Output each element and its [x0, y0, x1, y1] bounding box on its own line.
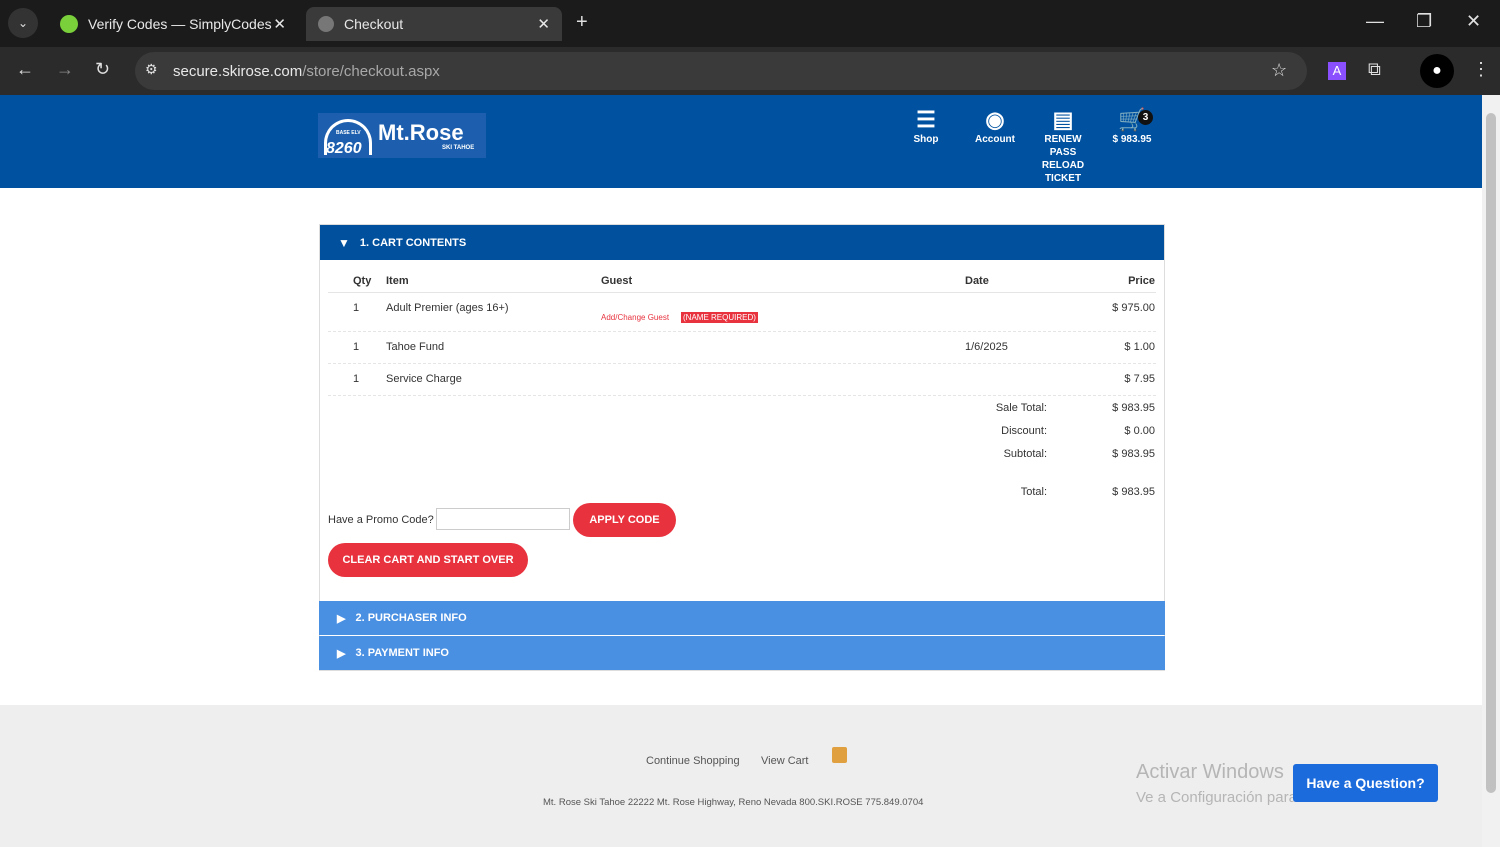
- tab-verify-codes[interactable]: Verify Codes — SimplyCodes ✕: [48, 7, 298, 41]
- sale-total-label: Sale Total:: [995, 402, 1047, 414]
- have-a-question-button[interactable]: Have a Question?: [1293, 764, 1438, 802]
- name-required-badge: (NAME REQUIRED): [681, 312, 758, 323]
- apply-code-button[interactable]: APPLY CODE: [573, 503, 676, 537]
- globe-icon: [318, 16, 334, 32]
- nav-shop[interactable]: ☰ Shop: [906, 107, 946, 146]
- address-bar-row: ← → ↻ ⚙ secure.skirose.com/store/checkou…: [0, 47, 1500, 95]
- scrollbar-thumb[interactable]: [1486, 113, 1496, 793]
- continue-shopping-link[interactable]: Continue Shopping: [646, 755, 740, 767]
- subtotal-value: $ 983.95: [1112, 448, 1155, 460]
- reload-icon[interactable]: ↻: [95, 59, 110, 80]
- row-item: Adult Premier (ages 16+): [386, 302, 509, 314]
- row-qty: 1: [353, 302, 360, 314]
- clear-cart-button[interactable]: CLEAR CART AND START OVER: [328, 543, 528, 577]
- minimize-icon[interactable]: —: [1366, 11, 1384, 32]
- account-icon: ◉: [985, 107, 1005, 132]
- url-input[interactable]: ⚙ secure.skirose.com/store/checkout.aspx…: [135, 52, 1307, 90]
- row-qty: 1: [353, 373, 360, 385]
- forward-icon[interactable]: →: [56, 59, 74, 80]
- extension-icon[interactable]: A: [1328, 62, 1346, 80]
- row-date: 1/6/2025: [965, 341, 1008, 353]
- tab-title: Checkout: [344, 16, 404, 32]
- row-qty: 1: [353, 341, 360, 353]
- cart-total: $ 983.95: [1112, 134, 1152, 145]
- restore-icon[interactable]: ❐: [1416, 11, 1432, 32]
- close-tab-icon[interactable]: ✕: [537, 15, 550, 33]
- tab-bar: ⌄ Verify Codes — SimplyCodes ✕ Checkout ✕ …: [0, 0, 1500, 47]
- logo-base: BASE ELV: [336, 130, 361, 136]
- section-payment-info[interactable]: ▶ 3. PAYMENT INFO: [319, 636, 1165, 670]
- simplycodes-icon: [60, 15, 78, 33]
- new-tab-icon[interactable]: +: [576, 11, 588, 34]
- nav-label: RENEW PASS RELOAD TICKET: [1041, 134, 1085, 184]
- subtotal-label: Subtotal:: [1003, 448, 1047, 460]
- footer-address: Mt. Rose Ski Tahoe 22222 Mt. Rose Highwa…: [543, 797, 924, 808]
- total-label: Total:: [1020, 486, 1047, 498]
- triangle-right-icon: ▶: [337, 647, 346, 660]
- tab-search-button[interactable]: ⌄: [8, 8, 38, 38]
- total-value: $ 983.95: [1112, 486, 1155, 498]
- row-item: Tahoe Fund: [386, 341, 445, 353]
- cart-count-badge: 3: [1138, 110, 1153, 125]
- row-item: Service Charge: [386, 373, 462, 385]
- nav-cart[interactable]: 🛒 $ 983.95 3: [1108, 107, 1156, 146]
- url-domain: secure.skirose.com: [173, 62, 303, 80]
- hamburger-icon: ☰: [916, 107, 936, 132]
- nav-label: Account: [975, 134, 1015, 145]
- col-qty: Qty: [353, 275, 372, 287]
- add-change-guest-link[interactable]: Add/Change Guest: [601, 313, 669, 322]
- close-window-icon[interactable]: ✕: [1466, 11, 1481, 32]
- nav-label: Shop: [913, 134, 939, 145]
- col-date: Date: [965, 275, 989, 287]
- view-cart-link[interactable]: View Cart: [761, 755, 808, 767]
- id-card-icon: ▤: [1052, 107, 1074, 132]
- logo-elevation: 8260: [326, 140, 362, 157]
- col-price: Price: [1128, 275, 1155, 287]
- section-title: 1. CART CONTENTS: [359, 236, 467, 249]
- close-tab-icon[interactable]: ✕: [273, 15, 286, 33]
- scrollbar[interactable]: [1482, 95, 1500, 847]
- sale-total-value: $ 983.95: [1112, 402, 1155, 414]
- site-header: 8260 BASE ELV Mt.Rose SKI TAHOE ☰ Shop ◉ A…: [0, 95, 1482, 188]
- logo-name: Mt.Rose: [378, 120, 464, 145]
- site-footer: Continue Shopping View Cart Mt. Rose Ski…: [0, 705, 1482, 847]
- url-path: /store/checkout.aspx: [302, 62, 440, 80]
- extensions-puzzle-icon[interactable]: ⧉: [1368, 59, 1381, 80]
- menu-kebab-icon[interactable]: ⋮: [1472, 59, 1490, 80]
- row-price: $ 7.95: [1124, 373, 1155, 385]
- nav-renew-pass[interactable]: ▤ RENEW PASS RELOAD TICKET: [1030, 107, 1096, 185]
- discount-label: Discount:: [1001, 425, 1047, 437]
- discount-value: $ 0.00: [1124, 425, 1155, 437]
- triangle-right-icon: ▶: [337, 612, 346, 625]
- nav-account[interactable]: ◉ Account: [970, 107, 1020, 146]
- section-title: 2. PURCHASER INFO: [355, 612, 467, 624]
- col-item: Item: [386, 275, 409, 287]
- promo-label: Have a Promo Code?: [328, 514, 434, 526]
- tab-title: Verify Codes — SimplyCodes: [88, 16, 272, 32]
- triangle-down-icon: ▼: [338, 235, 350, 250]
- section-purchaser-info[interactable]: ▶ 2. PURCHASER INFO: [319, 601, 1165, 635]
- padlock-icon: [832, 747, 847, 763]
- promo-code-input[interactable]: [436, 508, 570, 530]
- mt-rose-logo[interactable]: 8260 BASE ELV Mt.Rose SKI TAHOE: [318, 113, 486, 158]
- row-price: $ 1.00: [1124, 341, 1155, 353]
- back-icon[interactable]: ←: [16, 59, 34, 80]
- row-price: $ 975.00: [1112, 302, 1155, 314]
- bookmark-star-icon[interactable]: ☆: [1271, 60, 1287, 81]
- col-guest: Guest: [601, 275, 633, 287]
- windows-watermark-title: Activar Windows: [1136, 761, 1284, 783]
- logo-sub: SKI TAHOE: [442, 145, 475, 151]
- tab-checkout[interactable]: Checkout ✕: [306, 7, 562, 41]
- checkout-panel: ▼ 1. CART CONTENTS Qty Item Guest Date Pr…: [319, 224, 1165, 671]
- profile-icon[interactable]: ●: [1420, 54, 1454, 88]
- site-info-icon[interactable]: ⚙: [145, 61, 158, 78]
- section-cart-contents[interactable]: ▼ 1. CART CONTENTS: [320, 225, 1164, 260]
- section-title: 3. PAYMENT INFO: [355, 647, 449, 659]
